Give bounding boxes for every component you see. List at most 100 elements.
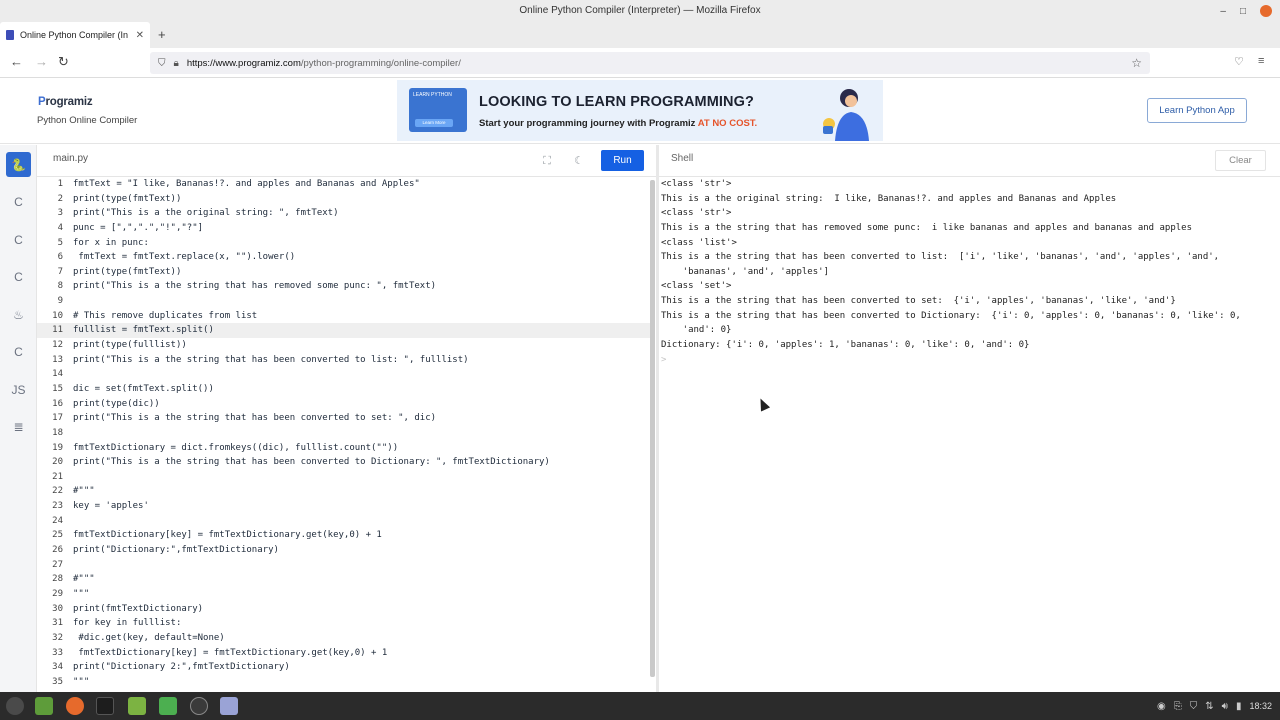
ad-banner[interactable]: LEARN PYTHON Learn More LOOKING TO LEARN… [397,80,883,141]
line-number: 24 [52,515,63,526]
code-line[interactable]: 27 [37,558,650,573]
url-bar[interactable]: ⛉ 🔒︎ https://www.programiz.com/python-pr… [150,52,1150,74]
update-icon[interactable]: ◉ [1157,701,1166,712]
java-icon: ♨ [13,307,24,322]
bookmark-star-icon[interactable]: ☆ [1131,56,1142,70]
line-number: 7 [57,266,63,277]
code-line[interactable]: 5 for x in punc: [37,236,650,251]
code-line[interactable]: 20 print("This is a the string that has b… [37,455,650,470]
app-icon[interactable] [159,697,177,715]
pocket-icon[interactable]: ♡ [1234,55,1244,68]
code-text: # This remove duplicates from list [73,310,258,321]
code-line[interactable]: 11 fulllist = fmtText.split() [37,323,650,339]
menu-icon[interactable]: ≡ [1258,55,1264,67]
reload-icon[interactable]: ↻ [58,54,69,70]
programiz-logo[interactable]: Programiz [38,96,93,108]
show-desktop-icon[interactable] [35,697,53,715]
code-line[interactable]: 12 print(type(fulllist)) [37,338,650,353]
code-line[interactable]: 17 print("This is a the string that has b… [37,411,650,426]
clock[interactable]: 18:32 [1249,701,1272,711]
sql-icon: ≣ [13,420,24,434]
code-line[interactable]: 13 print("This is a the string that has b… [37,353,650,368]
shell-output-line: <class 'list'> [661,237,737,248]
browser-tab[interactable]: Online Python Compiler (In ✕ [0,22,150,48]
python-icon: 🐍 [11,157,26,172]
shell-output[interactable]: <class 'str'> This is a the original stri… [659,177,1273,692]
settings-icon[interactable] [190,697,208,715]
code-line[interactable]: 4 punc = [",",".","!","?"] [37,221,650,236]
line-number: 22 [52,486,63,497]
terminal-icon[interactable] [96,697,114,715]
code-line[interactable]: 7 print(type(fmtText)) [37,265,650,280]
code-editor[interactable]: 1 fmtText = "I like, Bananas!?. and apple… [37,177,650,692]
sidebar-item-java[interactable]: ♨ [6,302,31,327]
code-line[interactable]: 14 [37,367,650,382]
clipboard-icon[interactable]: ⎘ [1174,701,1182,712]
line-number: 28 [52,574,63,585]
line-number: 25 [52,530,63,541]
back-arrow-icon[interactable]: ← [10,54,23,69]
sidebar-item-c[interactable]: C [6,190,31,215]
code-line[interactable]: 29 """ [37,587,650,602]
code-line[interactable]: 25 fmtTextDictionary[key] = fmtTextDictio… [37,528,650,543]
run-button[interactable]: Run [601,150,644,171]
minimize-button[interactable]: – [1220,1,1226,22]
code-line[interactable]: 24 [37,514,650,529]
volume-icon[interactable]: 🔊︎ [1222,701,1228,712]
sidebar-item-cpp[interactable]: C [6,227,31,252]
forward-arrow-icon[interactable]: → [35,54,48,69]
code-line[interactable]: 2 print(type(fmtText)) [37,192,650,207]
code-line[interactable]: 28 #""" [37,572,650,587]
line-number: 8 [57,281,63,292]
editor-scrollbar[interactable] [650,180,655,677]
sidebar-item-javascript[interactable]: JS [6,377,31,402]
code-line[interactable]: 34 print("Dictionary 2:",fmtTextDictionar… [37,660,650,675]
code-line[interactable]: 23 key = 'apples' [37,499,650,514]
sidebar-item-csharp[interactable]: C [6,265,31,290]
code-line[interactable]: 3 print("This is a the original string: "… [37,206,650,221]
text-editor-icon[interactable] [220,697,238,715]
code-line[interactable]: 8 print("This is a the string that has re… [37,279,650,294]
code-line[interactable]: 6 fmtText = fmtText.replace(x, "").lower… [37,250,650,265]
fullscreen-icon[interactable]: ⛶ [539,153,555,169]
file-tab-main-py[interactable]: main.py [53,153,88,164]
code-line[interactable]: 30 print(fmtTextDictionary) [37,602,650,617]
close-icon[interactable]: ✕ [136,30,144,41]
window-controls: – □ [1220,0,1272,22]
code-line[interactable]: 1 fmtText = "I like, Bananas!?. and apple… [37,177,650,192]
battery-icon[interactable]: ▮ [1236,701,1242,712]
close-window-button[interactable] [1260,5,1272,17]
code-line[interactable]: 9 [37,294,650,309]
code-line[interactable]: 33 fmtTextDictionary[key] = fmtTextDicti… [37,646,650,661]
maximize-button[interactable]: □ [1240,1,1246,22]
sidebar-item-sql[interactable]: ≣ [6,415,31,440]
code-line[interactable]: 10 # This remove duplicates from list [37,309,650,324]
shield-tray-icon[interactable]: ⛉ [1190,701,1198,712]
network-icon[interactable]: ⇅ [1205,701,1213,712]
clear-button[interactable]: Clear [1215,150,1266,171]
code-line[interactable]: 16 print(type(dic)) [37,397,650,412]
sidebar-item-python[interactable]: 🐍 [6,152,31,177]
code-line[interactable]: 31 for key in fulllist: [37,616,650,631]
shield-icon: ⛉ [158,57,166,69]
line-number: 34 [52,662,63,673]
code-line[interactable]: 21 [37,470,650,485]
shell-prompt[interactable]: > [661,353,1273,368]
code-text: fmtText = "I like, Bananas!?. and apples… [73,179,420,189]
sidebar-item-go[interactable]: C [6,340,31,365]
code-text: print(type(dic)) [73,398,160,409]
code-line[interactable]: 19 fmtTextDictionary = dict.fromkeys((dic… [37,441,650,456]
start-menu-icon[interactable] [6,697,24,715]
firefox-icon[interactable] [66,697,84,715]
code-line[interactable]: 35 """ [37,675,650,690]
files-icon[interactable] [128,697,146,715]
code-line[interactable]: 15 dic = set(fmtText.split()) [37,382,650,397]
line-number: 14 [52,369,63,380]
code-line[interactable]: 18 [37,426,650,441]
code-line[interactable]: 22 #""" [37,484,650,499]
new-tab-button[interactable]: + [158,27,166,42]
learn-python-app-button[interactable]: Learn Python App [1147,98,1247,123]
dark-mode-icon[interactable]: ☾ [571,153,587,169]
code-line[interactable]: 26 print("Dictionary:",fmtTextDictionary) [37,543,650,558]
code-line[interactable]: 32 #dic.get(key, default=None) [37,631,650,646]
